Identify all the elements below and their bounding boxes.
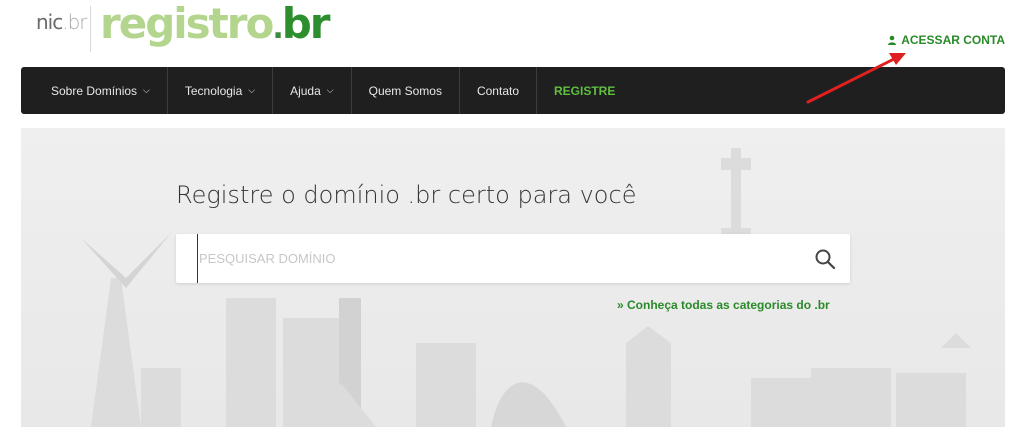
chevron-down-icon: ⌵ xyxy=(248,85,256,95)
hero-section: Registre o domínio .br certo para você »… xyxy=(21,128,1005,427)
nav-item-registre[interactable]: REGISTRE xyxy=(537,67,632,114)
nav-item-tecnologia[interactable]: Tecnologia ⌵ xyxy=(168,67,274,114)
search-button[interactable] xyxy=(800,234,850,283)
login-link[interactable]: ACESSAR CONTA xyxy=(887,33,1005,47)
chevron-down-icon: ⌵ xyxy=(143,85,150,95)
chevron-down-icon: ⌵ xyxy=(326,85,334,95)
nav-label: Sobre Domínios xyxy=(51,83,138,98)
login-label: ACESSAR CONTA xyxy=(901,33,1005,47)
nav-label: Ajuda xyxy=(290,83,321,98)
search-icon xyxy=(815,249,836,269)
nav-label: Tecnologia xyxy=(184,83,243,98)
site-header: nic.br registro.br ACESSAR CONTA xyxy=(0,0,1024,66)
domain-search-bar xyxy=(176,234,850,283)
all-categories-link[interactable]: » Conheça todas as categorias do .br xyxy=(617,298,830,312)
registro-br-logo[interactable]: registro.br xyxy=(100,0,330,55)
hero-title: Registre o domínio .br certo para você xyxy=(176,181,637,209)
nav-item-sobre-dominios[interactable]: Sobre Domínios ⌵ xyxy=(21,67,168,114)
domain-search-input[interactable] xyxy=(197,234,800,283)
nav-label: Contato xyxy=(476,83,519,98)
nav-item-contato[interactable]: Contato xyxy=(460,67,537,114)
nic-br-logo[interactable]: nic.br xyxy=(36,10,88,34)
nav-label: Quem Somos xyxy=(368,83,442,98)
user-icon xyxy=(888,35,897,45)
main-navigation: Sobre Domínios ⌵ Tecnologia ⌵ Ajuda ⌵ Quem … xyxy=(21,67,1005,114)
nav-item-quem-somos[interactable]: Quem Somos xyxy=(352,67,460,114)
nav-label: REGISTRE xyxy=(554,83,616,98)
nav-item-ajuda[interactable]: Ajuda ⌵ xyxy=(273,67,352,114)
logo-divider xyxy=(90,6,91,52)
